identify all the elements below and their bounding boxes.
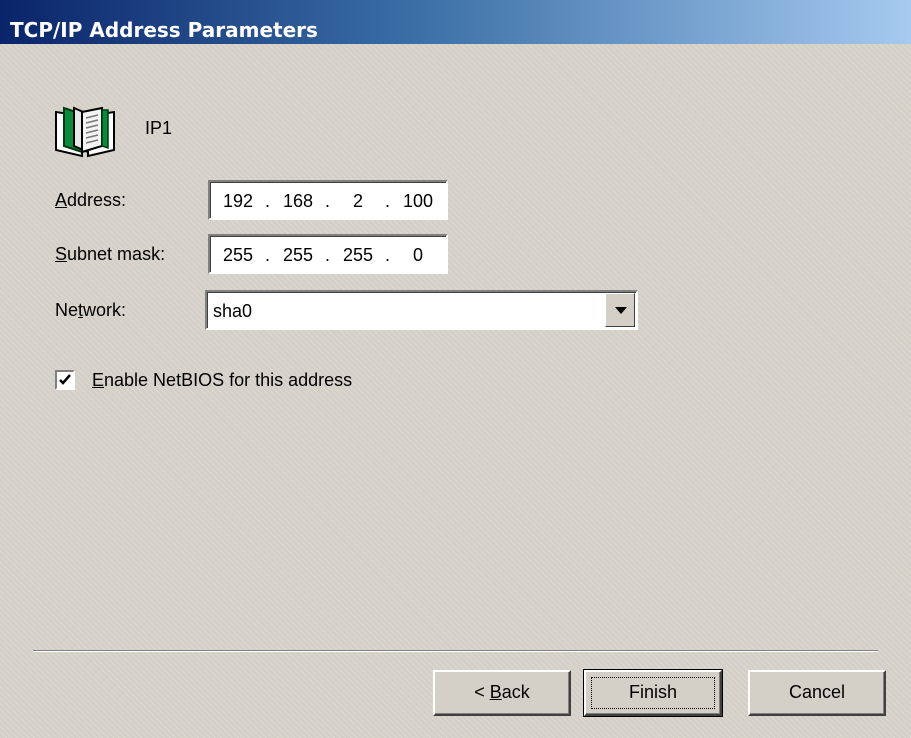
network-label: Network: [55, 300, 127, 320]
book-icon [55, 106, 115, 158]
separator-highlight [33, 651, 878, 652]
address-octet-2[interactable]: 168 [276, 189, 320, 213]
subnet-octet-3[interactable]: 255 [336, 243, 380, 267]
finish-button-label: Finish [628, 682, 677, 702]
subnet-octet-1[interactable]: 255 [216, 243, 260, 267]
address-label: Address: [55, 190, 127, 210]
window-title: TCP/IP Address Parameters [10, 18, 318, 42]
chevron-down-icon[interactable] [605, 293, 635, 327]
subnet-mask-field[interactable]: 255 . 255 . 255 . 0 [208, 234, 448, 274]
cancel-button-label: Cancel [788, 682, 846, 702]
octet-separator: . [325, 245, 331, 265]
subnet-mask-label: Subnet mask: [55, 244, 166, 264]
octet-separator: . [325, 191, 331, 211]
address-octet-4[interactable]: 100 [396, 189, 440, 213]
back-button-label: < Back [474, 682, 530, 702]
network-selected-value: sha0 [213, 301, 253, 321]
network-select[interactable]: sha0 [205, 290, 638, 330]
address-octet-1[interactable]: 192 [216, 189, 260, 213]
subnet-octet-4[interactable]: 0 [396, 243, 440, 267]
connection-name: IP1 [145, 118, 173, 138]
address-octet-3[interactable]: 2 [336, 189, 380, 213]
octet-separator: . [385, 191, 391, 211]
back-button[interactable]: < Back [433, 670, 571, 716]
octet-separator: . [385, 245, 391, 265]
finish-button[interactable]: Finish [583, 669, 723, 717]
checkmark-icon [59, 374, 71, 385]
enable-netbios-checkbox[interactable] [55, 370, 75, 390]
subnet-octet-2[interactable]: 255 [276, 243, 320, 267]
address-field[interactable]: 192 . 168 . 2 . 100 [208, 180, 448, 220]
cancel-button[interactable]: Cancel [748, 670, 886, 716]
octet-separator: . [265, 245, 271, 265]
enable-netbios-label[interactable]: Enable NetBIOS for this address [92, 368, 352, 392]
title-bar: TCP/IP Address Parameters [0, 0, 911, 44]
octet-separator: . [265, 191, 271, 211]
